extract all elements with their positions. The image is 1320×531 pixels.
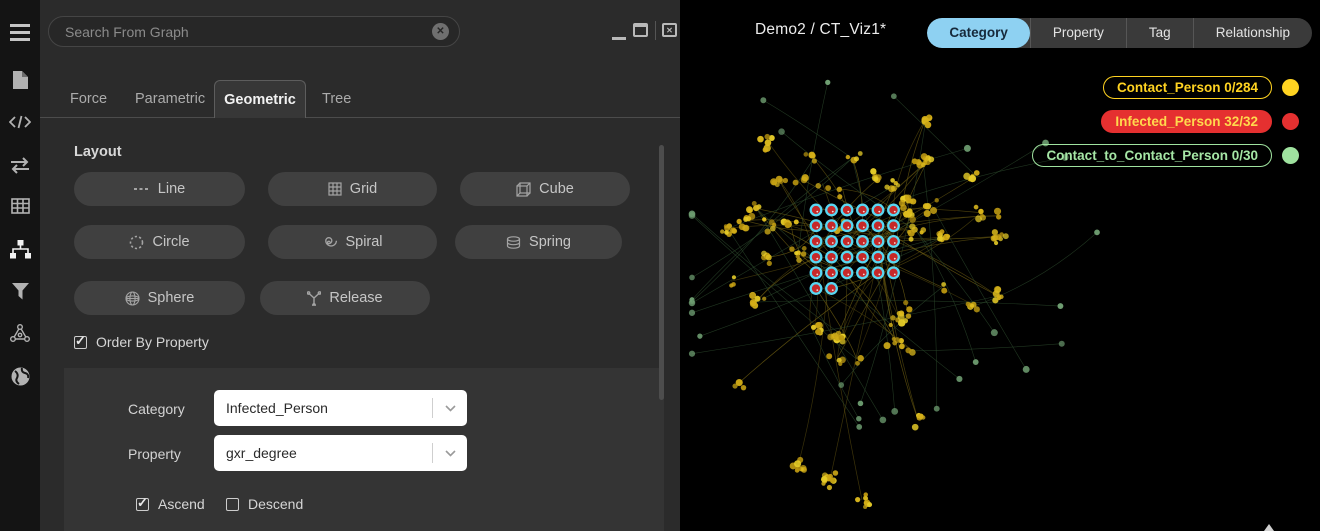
release-button[interactable]: Release [260,281,430,315]
panel-scrollbar[interactable] [659,145,664,400]
graph-canvas[interactable]: Demo2 / CT_Viz1* Category Property Tag R… [680,0,1320,531]
checkbox-icon[interactable] [74,336,87,349]
property-dropdown[interactable]: gxr_degree [214,435,467,471]
property-value: gxr_degree [226,445,432,461]
transform-arrows-icon[interactable] [0,148,40,182]
grid-icon [328,182,342,196]
legend-pill-infected-person[interactable]: Infected_Person 32/32 [1101,110,1272,133]
filter-icon[interactable] [0,274,40,308]
ascend-checkbox[interactable]: Ascend [136,496,205,512]
tab-force[interactable]: Force [70,80,107,118]
checkbox-icon[interactable] [226,498,239,511]
menu-icon[interactable] [0,15,40,49]
line-button[interactable]: Line [74,172,245,206]
spiral-button[interactable]: Spiral [268,225,437,259]
order-by-property-label: Order By Property [96,334,209,350]
hierarchy-icon[interactable] [0,232,40,266]
file-icon[interactable] [0,63,40,97]
sphere-button[interactable]: Sphere [74,281,245,315]
spiral-icon [322,235,337,250]
project-title[interactable]: Demo2 / CT_Viz1* [755,21,886,39]
search-box: ✕ [48,16,460,47]
legend-row: Infected_Person 32/32 [1101,110,1299,133]
tab-tag[interactable]: Tag [1126,18,1193,48]
legend-row: Contact_to_Contact_Person 0/30 [1032,144,1299,167]
order-by-property-checkbox[interactable]: Order By Property [74,334,209,350]
popout-icon[interactable]: ✕ [662,23,677,37]
minimize-icon[interactable] [612,37,626,40]
network-icon[interactable] [0,316,40,350]
checkbox-icon[interactable] [136,498,149,511]
category-value: Infected_Person [226,400,432,416]
tab-property[interactable]: Property [1030,18,1126,48]
clear-search-icon[interactable]: ✕ [432,23,449,40]
ascend-label: Ascend [158,496,205,512]
table-icon[interactable] [0,189,40,223]
globe-icon[interactable] [0,359,40,393]
spring-icon [506,236,521,249]
line-icon [134,187,150,191]
legend-color-dot[interactable] [1282,79,1299,96]
search-input[interactable] [65,24,432,40]
layout-tabs: Force Parametric Geometric Tree [40,80,680,118]
legend-pill-contact-to-contact[interactable]: Contact_to_Contact_Person 0/30 [1032,144,1272,167]
property-label: Property [128,446,181,462]
layout-heading: Layout [74,144,122,160]
legend-pill-contact-person[interactable]: Contact_Person 0/284 [1103,76,1272,99]
sphere-icon [125,291,140,306]
legend-color-dot[interactable] [1282,113,1299,130]
layout-panel: ✕ ✕ Force Parametric Geometric Tree Layo… [40,0,680,531]
category-legend: Contact_Person 0/284 Infected_Person 32/… [1032,76,1299,167]
code-icon[interactable] [0,105,40,139]
tab-category[interactable]: Category [927,18,1030,48]
circle-icon [129,235,144,250]
descend-checkbox[interactable]: Descend [226,496,303,512]
legend-color-dot[interactable] [1282,147,1299,164]
category-dropdown[interactable]: Infected_Person [214,390,467,426]
spring-button[interactable]: Spring [455,225,622,259]
tab-tree[interactable]: Tree [322,80,351,118]
tabs-divider [40,117,680,118]
chevron-down-icon[interactable] [433,450,467,457]
tab-geometric[interactable]: Geometric [214,80,306,118]
descend-label: Descend [248,496,303,512]
release-icon [307,291,321,306]
circle-button[interactable]: Circle [74,225,245,259]
axis-widget[interactable] [1264,524,1274,531]
icon-rail [0,0,40,531]
cube-icon [516,182,531,197]
category-label: Category [128,401,185,417]
legend-row: Contact_Person 0/284 [1103,76,1299,99]
graphxr-app: ✕ ✕ Force Parametric Geometric Tree Layo… [0,0,1320,531]
control-divider [655,21,656,40]
tab-parametric[interactable]: Parametric [135,80,205,118]
grid-button[interactable]: Grid [268,172,437,206]
legend-mode-tabs: Category Property Tag Relationship [927,18,1312,48]
order-settings-section: Category Infected_Person Property gxr_de… [64,368,664,531]
restore-icon[interactable] [633,23,648,37]
chevron-down-icon[interactable] [433,405,467,412]
tab-relationship[interactable]: Relationship [1193,18,1312,48]
cube-button[interactable]: Cube [460,172,630,206]
